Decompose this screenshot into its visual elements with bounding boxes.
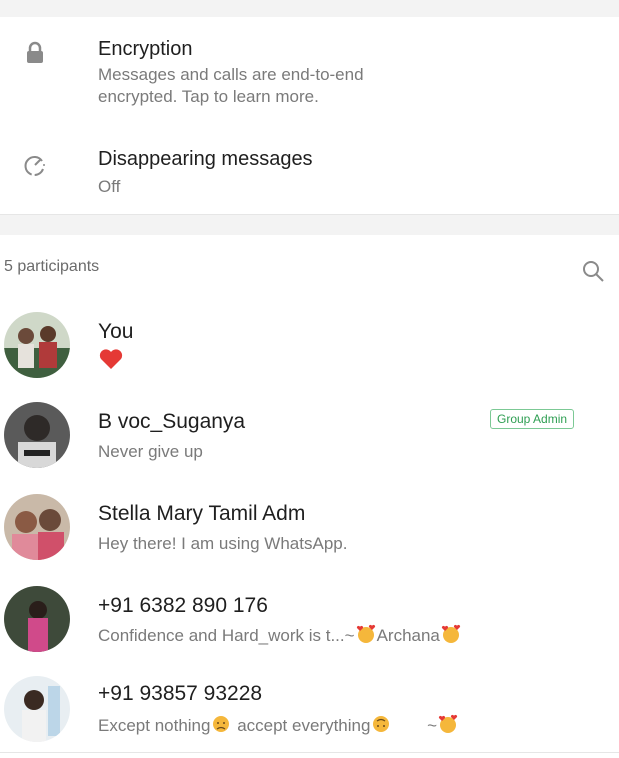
avatar xyxy=(4,312,70,378)
encryption-title: Encryption xyxy=(98,38,193,60)
participant-status: Except nothing accept everything ~ xyxy=(98,714,459,739)
encryption-setting[interactable]: Encryption Messages and calls are end-to… xyxy=(0,30,619,120)
smiling-face-with-hearts-icon xyxy=(355,624,377,649)
participants-count: 5 participants xyxy=(4,258,100,275)
top-divider-band xyxy=(0,0,619,17)
timer-icon xyxy=(22,152,48,178)
bottom-divider xyxy=(0,752,619,753)
smiling-face-with-hearts-icon xyxy=(437,714,459,739)
participant-status: Hey there! I am using WhatsApp. xyxy=(98,534,348,553)
smiling-face-with-hearts-icon xyxy=(440,624,462,649)
section-divider-band xyxy=(0,214,619,235)
participant-name: Stella Mary Tamil Adm xyxy=(98,502,306,525)
participant-status-part1: Except nothing xyxy=(98,715,211,735)
encryption-description: Messages and calls are end-to-end encryp… xyxy=(98,64,538,108)
participant-status-text: Confidence and Hard_work is t...~ xyxy=(98,625,355,645)
participant-status-part2: accept everything xyxy=(232,715,371,735)
participant-status: Confidence and Hard_work is t...~ Archan… xyxy=(98,624,462,649)
avatar xyxy=(4,676,70,742)
participant-name: B voc_Suganya xyxy=(98,410,246,433)
participant-row-9385793228[interactable]: +91 93857 93228 Except nothing accept ev… xyxy=(0,672,619,752)
lock-icon xyxy=(22,40,48,66)
participant-name: +91 93857 93228 xyxy=(98,682,263,705)
disappearing-messages-setting[interactable]: Disappearing messages Off xyxy=(0,140,619,206)
participant-name: +91 6382 890 176 xyxy=(98,594,268,617)
heart-icon xyxy=(98,348,124,375)
participant-row-you[interactable]: You xyxy=(0,308,619,388)
encryption-desc-line2: encrypted. Tap to learn more. xyxy=(98,87,319,106)
disappearing-messages-title: Disappearing messages xyxy=(98,148,313,170)
participant-row-stella[interactable]: Stella Mary Tamil Adm Hey there! I am us… xyxy=(0,492,619,572)
search-icon[interactable] xyxy=(580,258,606,284)
avatar xyxy=(4,494,70,560)
encryption-desc-line1: Messages and calls are end-to-end xyxy=(98,65,364,84)
participant-status-suffix: Archana xyxy=(376,625,440,645)
disappointed-face-icon xyxy=(210,714,232,739)
avatar xyxy=(4,402,70,468)
avatar xyxy=(4,586,70,652)
upside-down-face-icon xyxy=(370,714,392,739)
participant-status: Never give up xyxy=(98,442,203,461)
participant-status-tail: ~ xyxy=(427,715,438,735)
participant-status xyxy=(98,348,124,375)
disappearing-messages-value: Off xyxy=(98,177,121,196)
participant-row-6382890176[interactable]: +91 6382 890 176 Confidence and Hard_wor… xyxy=(0,584,619,664)
participant-name: You xyxy=(98,320,134,343)
group-admin-badge: Group Admin xyxy=(490,409,575,429)
